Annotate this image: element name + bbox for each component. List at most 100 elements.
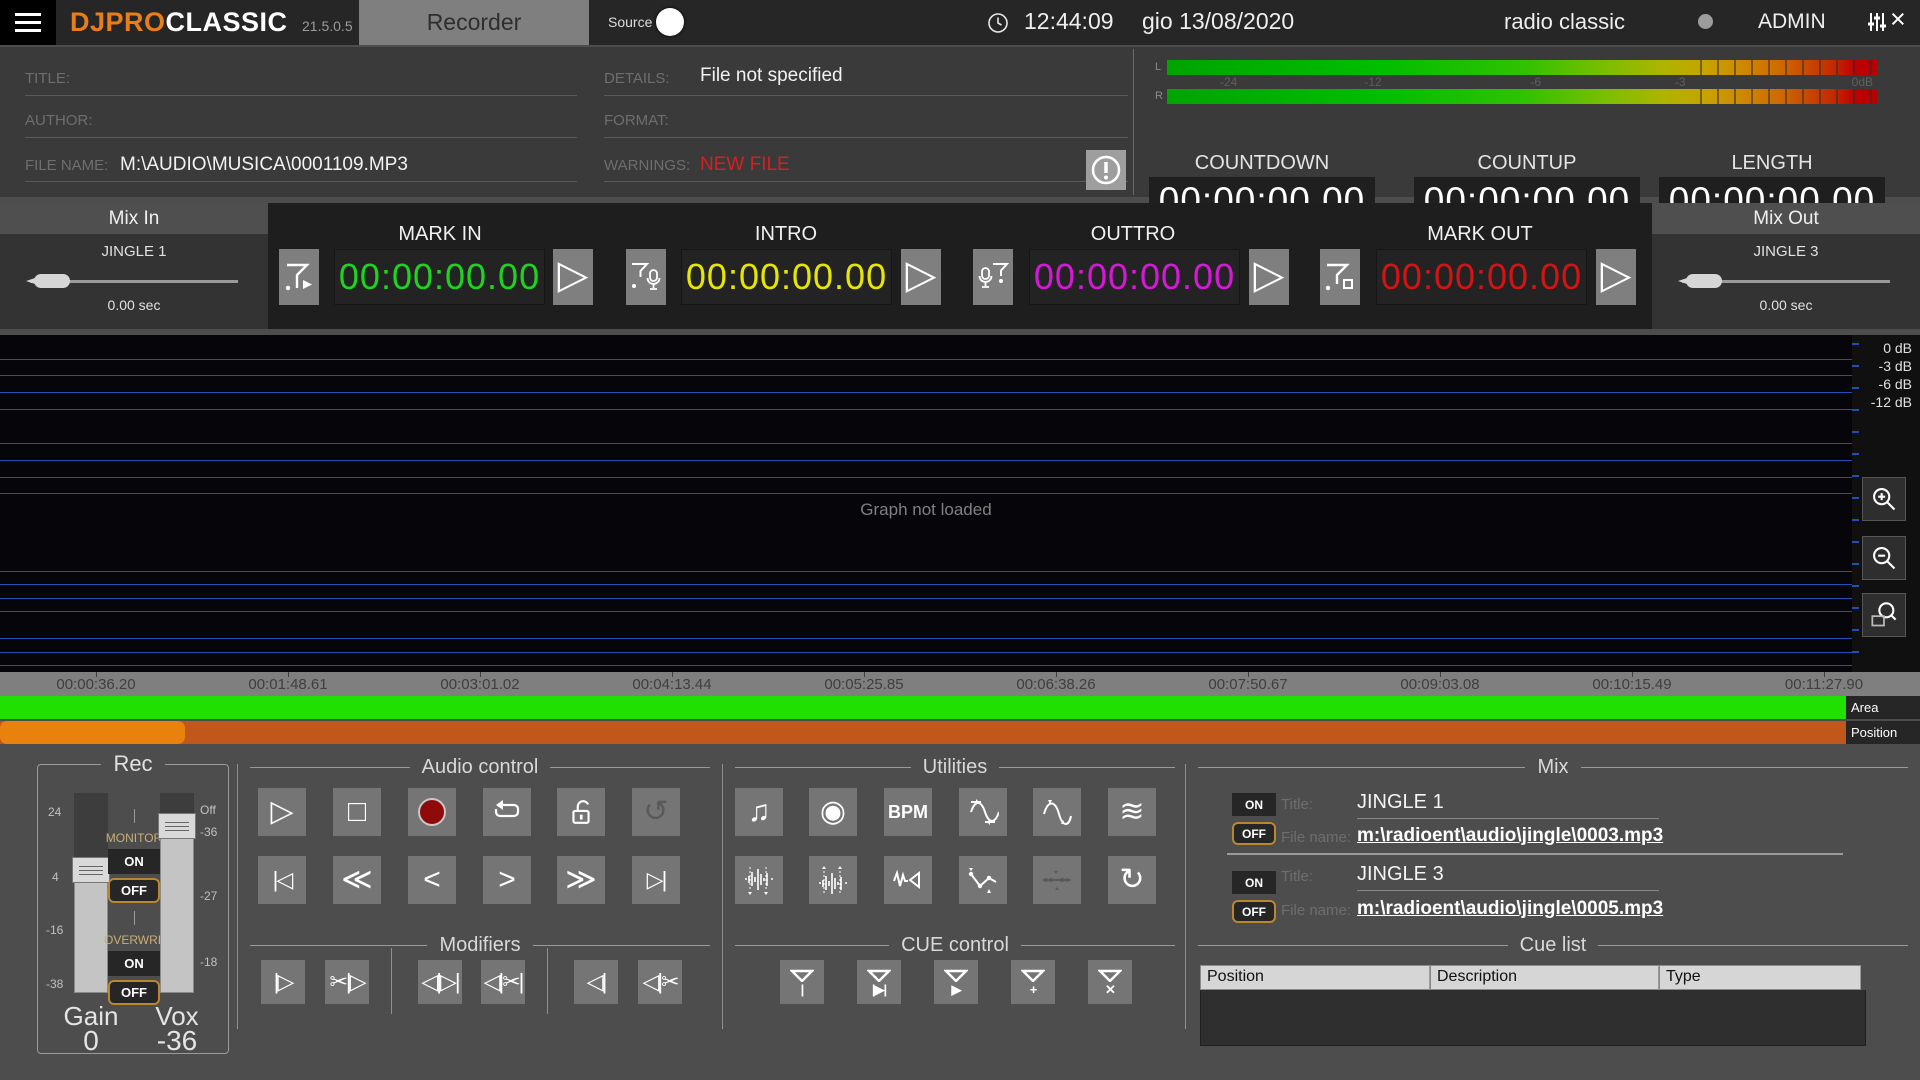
cue-col-position[interactable]: Position <box>1200 965 1430 990</box>
mix-out-title: Mix Out <box>1652 203 1920 234</box>
db-label: -6 dB <box>1879 376 1912 392</box>
cut-after-cursor-button[interactable]: ✂|▷ <box>325 960 369 1004</box>
vu-scale-tick: -3 <box>1675 75 1686 89</box>
cue-col-type[interactable]: Type <box>1659 965 1861 990</box>
gain-slider[interactable] <box>74 793 108 993</box>
mix2-file-link[interactable]: m:\radioent\audio\jingle\0005.mp3 <box>1357 898 1663 920</box>
go-start-button[interactable]: |◁ <box>258 856 306 904</box>
vox-slider[interactable] <box>160 793 194 993</box>
mix1-file-label: File name: <box>1281 829 1351 846</box>
mix-out-slider[interactable] <box>1682 274 1890 288</box>
stop-button[interactable]: □ <box>333 788 381 836</box>
position-bar[interactable] <box>0 721 1846 744</box>
mix2-on-button[interactable]: ON <box>1232 871 1276 894</box>
cut-before-cursor-button[interactable]: ◁|✂ <box>638 960 682 1004</box>
mix2-off-button[interactable]: OFF <box>1232 900 1276 923</box>
normalize-button[interactable] <box>959 788 1007 836</box>
play-outtro-button[interactable]: ▷ <box>1249 249 1289 305</box>
vu-scale-tick: 0dB <box>1852 75 1873 89</box>
points-line-button[interactable] <box>1033 856 1081 904</box>
rewind-button[interactable]: ≪ <box>333 856 381 904</box>
mix1-title-label: Title: <box>1281 796 1313 813</box>
play-selection-button[interactable]: ◁|▷| <box>418 960 462 1004</box>
mix-in-slider-thumb[interactable] <box>34 274 70 288</box>
rec-group: Rec 24 4 -16 -38 MONITOR ON OFF OVERWRIT… <box>37 764 229 1054</box>
format-label: FORMAT: <box>604 112 669 129</box>
timeline-label: 00:03:01.02 <box>384 672 576 696</box>
mix2-file-label: File name: <box>1281 902 1351 919</box>
cue-add-button[interactable]: + <box>1011 960 1055 1004</box>
denoise-button[interactable] <box>884 856 932 904</box>
source-toggle[interactable] <box>656 8 684 36</box>
set-outtro-button[interactable] <box>973 249 1013 305</box>
play-button[interactable]: ▷ <box>258 788 306 836</box>
envelope-button[interactable] <box>959 856 1007 904</box>
disc-button[interactable]: ◉ <box>809 788 857 836</box>
cue-bounds-button[interactable]: |▶| <box>857 960 901 1004</box>
cue-delete-button[interactable]: ✕ <box>1088 960 1132 1004</box>
set-mark-out-button[interactable] <box>1320 249 1360 305</box>
timeline-label: 00:09:03.08 <box>1344 672 1536 696</box>
play-after-cursor-button[interactable]: |▷ <box>261 960 305 1004</box>
warning-button[interactable] <box>1086 150 1126 190</box>
refresh-button[interactable]: ↻ <box>1108 856 1156 904</box>
play-mark-in-button[interactable]: ▷ <box>553 249 593 305</box>
set-mark-in-button[interactable] <box>279 249 319 305</box>
gain-marks-button[interactable] <box>809 856 857 904</box>
wave-marker-button[interactable] <box>1033 788 1081 836</box>
mix-in-slider[interactable] <box>30 274 238 288</box>
app-name-bold: DJPRO <box>70 7 166 37</box>
set-intro-button[interactable] <box>626 249 666 305</box>
multi-wave-icon: ≋ <box>1119 797 1144 827</box>
multi-wave-button[interactable]: ≋ <box>1108 788 1156 836</box>
mix-out-jingle: JINGLE 3 <box>1652 243 1920 260</box>
record-button[interactable] <box>408 788 456 836</box>
cut-selection-button[interactable]: ◁|✂| <box>481 960 525 1004</box>
fade-marks-button[interactable] <box>735 856 783 904</box>
position-bar-segment[interactable] <box>0 721 185 744</box>
bottom-panel: Rec 24 4 -16 -38 MONITOR ON OFF OVERWRIT… <box>0 744 1920 1080</box>
vox-slider-thumb[interactable] <box>158 813 196 839</box>
mix1-off-button[interactable]: OFF <box>1232 822 1276 845</box>
zoom-selection-button[interactable] <box>1862 593 1906 637</box>
play-intro-button[interactable]: ▷ <box>901 249 941 305</box>
monitor-on-button[interactable]: ON <box>108 849 160 874</box>
vu-bar-right <box>1167 89 1877 104</box>
play-before-cursor-button[interactable]: ◁| <box>574 960 618 1004</box>
tab-recorder[interactable]: Recorder <box>359 0 589 45</box>
go-end-button[interactable]: ▷| <box>632 856 680 904</box>
mix1-on-button[interactable]: ON <box>1232 793 1276 816</box>
audio-file-button[interactable]: ♫ <box>735 788 783 836</box>
step-forward-button[interactable]: > <box>483 856 531 904</box>
cue-list-title: Cue list <box>1198 934 1908 957</box>
monitor-off-button[interactable]: OFF <box>108 878 160 903</box>
zoom-in-button[interactable] <box>1862 477 1906 521</box>
step-back-button[interactable]: < <box>408 856 456 904</box>
timeline-ruler[interactable]: 00:00:36.2000:01:48.6100:03:01.0200:04:1… <box>0 672 1920 696</box>
mix-in-jingle: JINGLE 1 <box>0 243 268 260</box>
close-icon[interactable]: × <box>1890 4 1906 35</box>
play-mark-out-button[interactable]: ▷ <box>1596 249 1636 305</box>
mixer-settings-icon[interactable] <box>1866 11 1888 33</box>
zoom-out-button[interactable] <box>1862 536 1906 580</box>
mix-out-slider-thumb[interactable] <box>1686 274 1722 288</box>
mark-in-funnel-icon <box>283 262 315 292</box>
mark-in-label: MARK IN <box>330 223 550 246</box>
cue-play-button[interactable]: ▶ <box>934 960 978 1004</box>
cue-list-body[interactable] <box>1200 990 1866 1046</box>
menu-icon[interactable] <box>0 0 56 45</box>
bpm-button[interactable]: BPM <box>884 788 932 836</box>
undo-button[interactable]: ↺ <box>632 788 680 836</box>
mix1-file-link[interactable]: m:\radioent\audio\jingle\0003.mp3 <box>1357 825 1663 847</box>
fast-forward-button[interactable]: ≫ <box>557 856 605 904</box>
cue-col-description[interactable]: Description <box>1430 965 1659 990</box>
lock-button[interactable] <box>557 788 605 836</box>
play-icon: ▷ <box>1254 255 1285 299</box>
outtro-time: 00:00:00.00 <box>1029 249 1240 305</box>
area-bar[interactable] <box>0 696 1846 719</box>
loop-button[interactable] <box>483 788 531 836</box>
overwrite-on-button[interactable]: ON <box>108 951 160 976</box>
cue-set-button[interactable]: | <box>780 960 824 1004</box>
record-icon <box>418 798 446 826</box>
timeline-label: 00:04:13.44 <box>576 672 768 696</box>
